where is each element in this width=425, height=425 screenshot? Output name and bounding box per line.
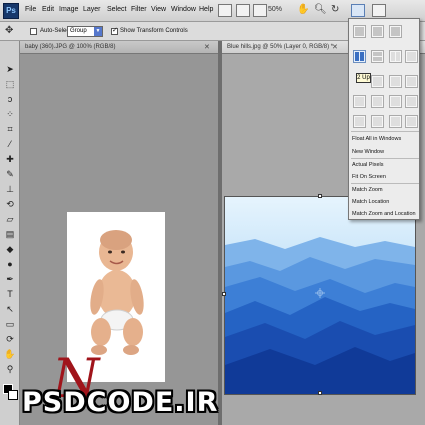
tooltip-2up: 2 Up (356, 73, 371, 83)
chevron-down-icon: ▼ (94, 27, 102, 36)
menu-help[interactable]: Help (199, 6, 213, 13)
menu-new-window[interactable]: New Window (352, 149, 384, 155)
arrange-documents-panel: Float All in Windows New Window Actual P… (348, 18, 420, 220)
doc-tab-baby[interactable]: baby (360).JPG @ 100% (RGB/8) ✕ (20, 41, 218, 54)
layout-single-button[interactable] (389, 25, 402, 38)
marquee-tool-icon[interactable]: ⬚ (3, 78, 17, 91)
lasso-tool-icon[interactable]: ↄ (3, 93, 17, 106)
auto-select-dropdown[interactable]: Group ▼ (67, 26, 103, 37)
zoom-tool-icon[interactable]: 🔍︎ (314, 4, 327, 16)
layout-6up-alt-button[interactable] (389, 95, 402, 108)
panel-divider (351, 158, 419, 159)
toolbox: ➤ ⬚ ↄ ⁘ ⌗ ⁄ ✚ ✎ ⊥ ⟲ ▱ ▤ ◆ ● ✒ T ↖ ▭ ⟳ ✋ … (0, 41, 20, 425)
zoom-level[interactable]: 50% (268, 6, 282, 13)
screen-mode-icon[interactable] (372, 4, 386, 17)
menu-window[interactable]: Window (171, 6, 196, 13)
layout-4up-button[interactable] (371, 75, 384, 88)
blur-tool-icon[interactable]: ◆ (3, 243, 17, 256)
blue-hills-illustration (225, 197, 415, 394)
doc-title-baby: baby (360).JPG @ 100% (RGB/8) (25, 44, 116, 50)
layout-5up-button[interactable] (405, 75, 418, 88)
menu-filter[interactable]: Filter (131, 6, 147, 13)
pen-tool-icon[interactable]: ✒ (3, 273, 17, 286)
eyedropper-tool-icon[interactable]: ⁄ (3, 138, 17, 151)
3d-rotate-icon[interactable]: ⟳ (3, 333, 17, 346)
doc-title-blue-hills: Blue hills.jpg @ 50% (Layer 0, RGB/8) * (227, 44, 334, 50)
layout-grid-wide-button[interactable] (405, 115, 418, 128)
layout-3up-stacked-button[interactable] (405, 50, 418, 63)
layout-grid-button[interactable] (371, 115, 384, 128)
close-icon[interactable]: ✕ (332, 43, 338, 51)
crop-tool-icon[interactable]: ⌗ (3, 123, 17, 136)
dodge-tool-icon[interactable]: ● (3, 258, 17, 271)
move-tool-preset-icon[interactable]: ✥ (5, 25, 13, 37)
bridge-icon[interactable] (218, 4, 232, 17)
move-tool-icon[interactable]: ➤ (3, 63, 17, 76)
arrange-documents-icon[interactable] (351, 4, 365, 17)
shape-tool-icon[interactable]: ▭ (3, 318, 17, 331)
auto-select-checkbox[interactable] (30, 28, 37, 35)
menu-match-location[interactable]: Match Location (352, 199, 389, 205)
menu-layer[interactable]: Layer (83, 6, 101, 13)
layout-consolidate-button[interactable] (371, 25, 384, 38)
show-transform-checkbox[interactable]: ✓ (111, 27, 118, 35)
panel-divider (351, 183, 419, 184)
menu-select[interactable]: Select (107, 6, 126, 13)
rotate-view-icon[interactable]: ↻ (331, 4, 339, 16)
healing-brush-icon[interactable]: ✚ (3, 153, 17, 166)
layout-6up-button[interactable] (371, 95, 384, 108)
zoom-tool-icon[interactable]: ⚲ (3, 363, 17, 376)
watermark-brand: PSDCODE.IR (22, 387, 219, 418)
menu-edit[interactable]: Edit (42, 6, 54, 13)
layout-5up-alt-button[interactable] (353, 95, 366, 108)
layout-grid-alt-button[interactable] (389, 115, 402, 128)
menu-view[interactable]: View (151, 6, 166, 13)
layout-tile-button[interactable] (405, 95, 418, 108)
menu-file[interactable]: File (25, 6, 36, 13)
photoshop-logo: Ps (3, 3, 19, 19)
menu-match-zoom-and-location[interactable]: Match Zoom and Location (352, 211, 416, 217)
path-select-icon[interactable]: ↖ (3, 303, 17, 316)
history-brush-icon[interactable]: ⟲ (3, 198, 17, 211)
panel-divider (351, 131, 419, 132)
eraser-tool-icon[interactable]: ▱ (3, 213, 17, 226)
layout-2up-vertical-button[interactable] (353, 50, 366, 63)
menu-fit-on-screen[interactable]: Fit On Screen (352, 174, 386, 180)
close-icon[interactable]: ✕ (204, 43, 210, 51)
auto-select-value: Group (70, 28, 87, 34)
layout-3up-button[interactable] (389, 50, 402, 63)
layout-2up-horizontal-button[interactable] (371, 50, 384, 63)
menu-float-all-in-windows[interactable]: Float All in Windows (352, 136, 401, 142)
brush-tool-icon[interactable]: ✎ (3, 168, 17, 181)
background-color-swatch[interactable] (8, 390, 18, 400)
menu-actual-pixels[interactable]: Actual Pixels (352, 162, 384, 168)
transform-handle-top[interactable] (318, 194, 322, 198)
menu-image[interactable]: Image (59, 6, 78, 13)
layout-tile-alt-button[interactable] (353, 115, 366, 128)
transform-handle-bottom[interactable] (318, 391, 322, 395)
type-tool-icon[interactable]: T (3, 288, 17, 301)
menu-match-zoom[interactable]: Match Zoom (352, 187, 383, 193)
gradient-tool-icon[interactable]: ▤ (3, 228, 17, 241)
blue-hills-photo[interactable] (222, 194, 416, 395)
show-transform-label: Show Transform Controls (120, 28, 188, 34)
quick-select-tool-icon[interactable]: ⁘ (3, 108, 17, 121)
hand-tool-icon[interactable]: ✋ (297, 4, 309, 16)
layout-4up-alt-button[interactable] (389, 75, 402, 88)
clone-stamp-icon[interactable]: ⊥ (3, 183, 17, 196)
mini-bridge-icon[interactable] (236, 4, 250, 17)
transform-handle-left[interactable] (222, 292, 226, 296)
layout-consolidate-all-button[interactable] (353, 25, 366, 38)
hand-tool-icon[interactable]: ✋ (3, 348, 17, 361)
extras-icon[interactable] (253, 4, 267, 17)
